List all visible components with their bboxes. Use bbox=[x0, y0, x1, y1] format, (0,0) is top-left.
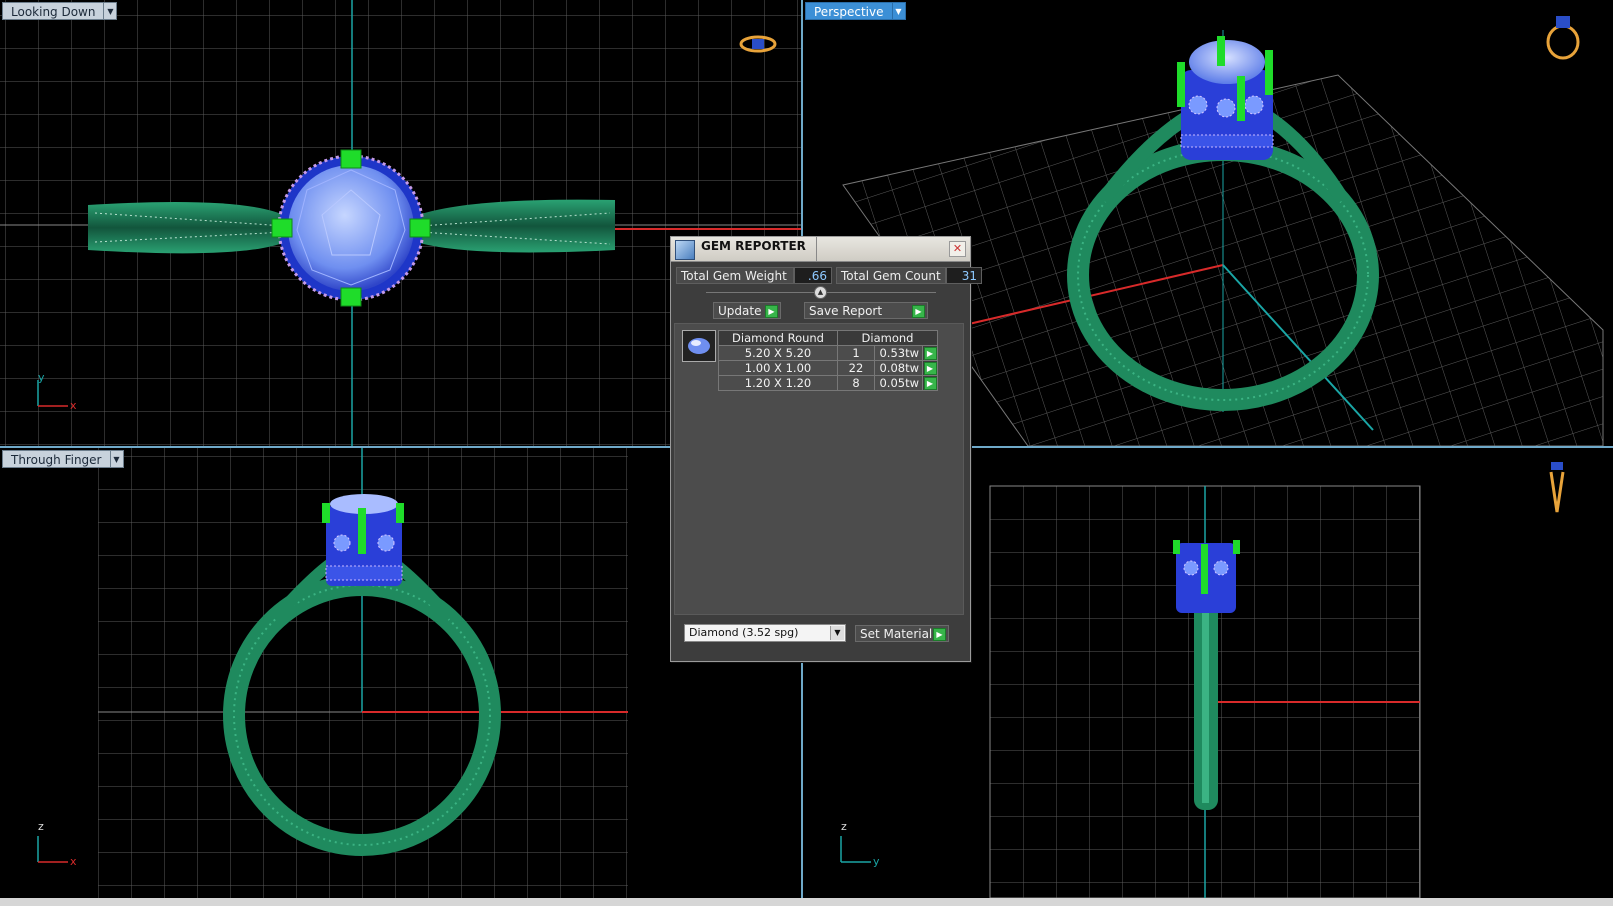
viewport-label-text[interactable]: Through Finger bbox=[2, 450, 111, 468]
gem-size-cell: 1.00 X 1.00 bbox=[718, 360, 838, 376]
go-arrow-icon[interactable]: ▶ bbox=[923, 361, 937, 375]
viewport-label-text[interactable]: Perspective bbox=[805, 2, 893, 20]
view-cube-perspective-icon[interactable] bbox=[1541, 12, 1585, 62]
viewport-label-perspective[interactable]: Perspective ▼ bbox=[805, 2, 906, 20]
material-selected-value: Diamond (3.52 spg) bbox=[689, 626, 799, 639]
gem-reporter-titlebar[interactable]: GEM REPORTER ✕ bbox=[671, 237, 970, 262]
gem-reporter-title: GEM REPORTER bbox=[701, 239, 806, 253]
axis-label-vertical: z bbox=[38, 820, 44, 833]
total-gem-weight-value: .66 bbox=[794, 267, 832, 284]
axis-label-horizontal: x bbox=[70, 399, 77, 412]
table-header-material: Diamond bbox=[837, 330, 938, 346]
chevron-down-icon[interactable]: ▼ bbox=[892, 2, 906, 20]
table-header-shape: Diamond Round bbox=[718, 330, 838, 346]
view-cube-top-icon[interactable] bbox=[738, 32, 778, 56]
axis-label-horizontal: x bbox=[70, 855, 77, 868]
chevron-down-icon[interactable]: ▼ bbox=[110, 450, 124, 468]
title-separator bbox=[816, 237, 817, 261]
total-gem-count-label: Total Gem Count bbox=[836, 267, 946, 284]
table-row[interactable]: 5.20 X 5.20 1 0.53tw ▶ bbox=[718, 345, 938, 361]
table-row[interactable]: 1.00 X 1.00 22 0.08tw ▶ bbox=[718, 360, 938, 376]
go-arrow-icon: ▶ bbox=[765, 305, 778, 318]
go-arrow-icon[interactable]: ▶ bbox=[923, 346, 937, 360]
viewport-label-through-finger[interactable]: Through Finger ▼ bbox=[2, 450, 124, 468]
axis-label-horizontal: y bbox=[873, 855, 880, 868]
update-button[interactable]: Update ▶ bbox=[713, 302, 781, 319]
gem-count-cell: 22 bbox=[837, 360, 875, 376]
gem-reporter-panel[interactable]: GEM REPORTER ✕ Total Gem Weight .66 Tota… bbox=[670, 236, 982, 662]
row-action-button[interactable]: ▶ bbox=[922, 375, 938, 391]
gem-table: Diamond Round Diamond 5.20 X 5.20 1 0.53… bbox=[718, 330, 938, 391]
axis-label-vertical: z bbox=[841, 820, 847, 833]
gem-count-cell: 8 bbox=[837, 375, 875, 391]
save-report-button[interactable]: Save Report ▶ bbox=[804, 302, 928, 319]
gem-list-area[interactable]: Diamond Round Diamond 5.20 X 5.20 1 0.53… bbox=[674, 323, 964, 615]
gem-thumbnail-icon[interactable] bbox=[682, 330, 716, 362]
collapse-icon[interactable]: ▲ bbox=[814, 286, 827, 299]
viewport-label-text[interactable]: Looking Down bbox=[2, 2, 105, 20]
table-row[interactable]: 1.20 X 1.20 8 0.05tw ▶ bbox=[718, 375, 938, 391]
go-arrow-icon: ▶ bbox=[933, 628, 946, 641]
set-material-button[interactable]: Set Material ▶ bbox=[855, 625, 949, 642]
total-gem-count-value: 31 bbox=[946, 267, 982, 284]
go-arrow-icon[interactable]: ▶ bbox=[923, 376, 937, 390]
gem-count-cell: 1 bbox=[837, 345, 875, 361]
axis-label-vertical: y bbox=[38, 371, 45, 384]
go-arrow-icon: ▶ bbox=[912, 305, 925, 318]
dropdown-arrow-icon[interactable]: ▼ bbox=[830, 626, 844, 640]
view-cube-side-icon[interactable] bbox=[1545, 458, 1569, 514]
status-strip bbox=[0, 898, 1613, 906]
gem-size-cell: 5.20 X 5.20 bbox=[718, 345, 838, 361]
gem-weight-cell: 0.08tw bbox=[874, 360, 923, 376]
set-material-button-label: Set Material bbox=[860, 627, 933, 641]
material-dropdown[interactable]: Diamond (3.52 spg) ▼ bbox=[684, 624, 846, 642]
row-action-button[interactable]: ▶ bbox=[922, 345, 938, 361]
close-icon[interactable]: ✕ bbox=[949, 241, 966, 257]
save-report-button-label: Save Report bbox=[809, 304, 883, 318]
viewport-label-looking-down[interactable]: Looking Down ▼ bbox=[2, 2, 118, 20]
gem-size-cell: 1.20 X 1.20 bbox=[718, 375, 838, 391]
row-action-button[interactable]: ▶ bbox=[922, 360, 938, 376]
gem-reporter-app-icon bbox=[675, 240, 695, 260]
total-gem-weight-label: Total Gem Weight bbox=[676, 267, 794, 284]
gem-weight-cell: 0.05tw bbox=[874, 375, 923, 391]
gem-weight-cell: 0.53tw bbox=[874, 345, 923, 361]
update-button-label: Update bbox=[718, 304, 762, 318]
chevron-down-icon[interactable]: ▼ bbox=[104, 2, 118, 20]
gem-totals-row: Total Gem Weight .66 Total Gem Count 31 bbox=[676, 267, 982, 284]
